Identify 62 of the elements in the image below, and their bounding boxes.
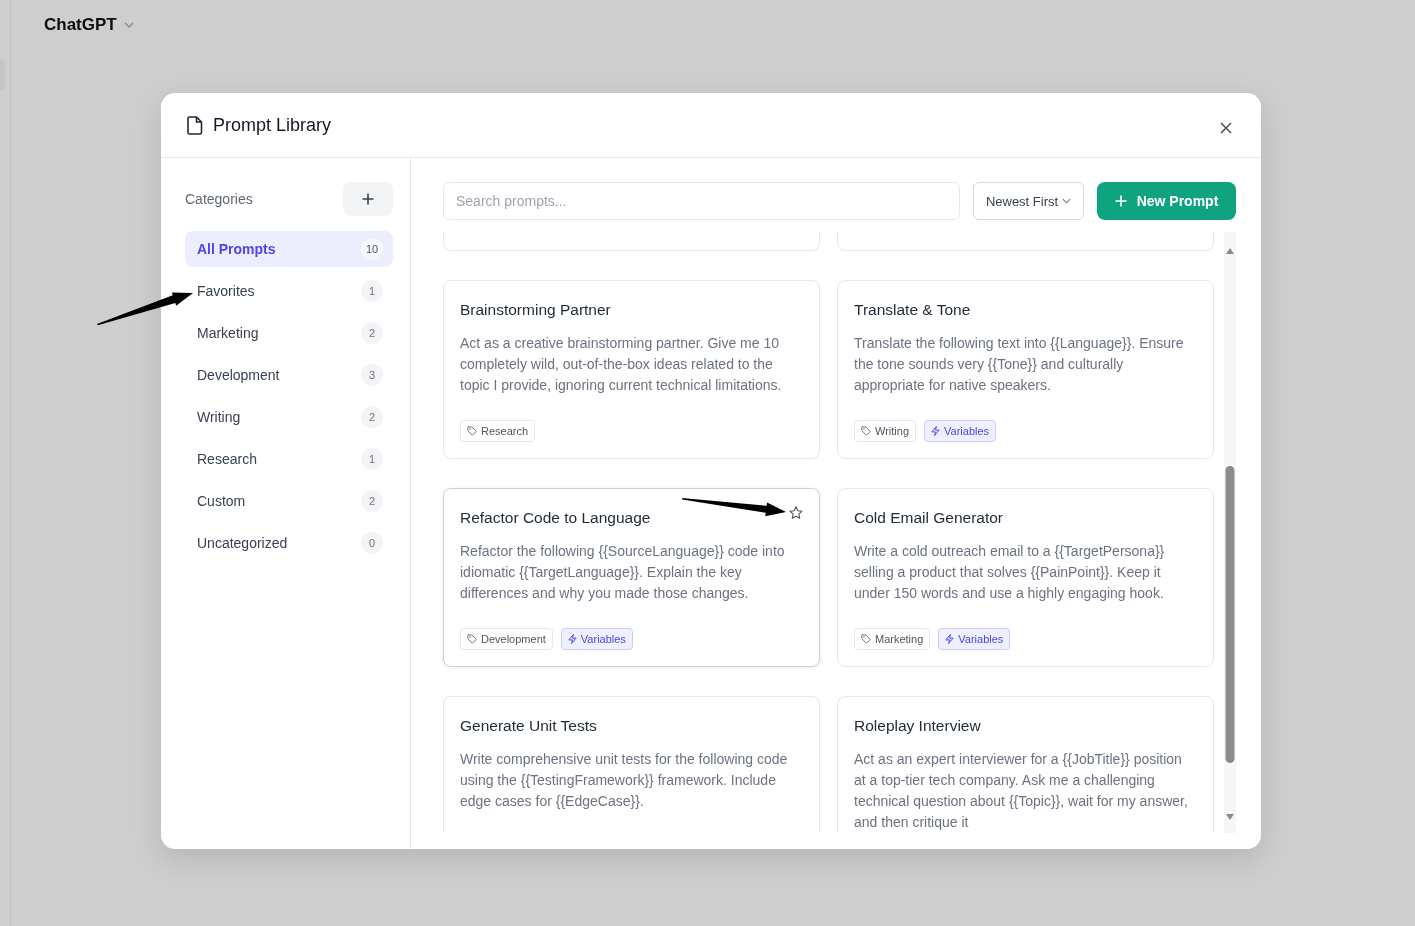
count-badge: 1 <box>361 280 383 302</box>
category-tag[interactable]: Writing <box>854 420 917 442</box>
categories-heading: Categories <box>185 191 253 207</box>
tag-icon <box>861 426 871 436</box>
category-item[interactable]: Research 1 <box>185 441 393 477</box>
prompt-card[interactable] <box>837 696 1214 833</box>
count-badge: 2 <box>361 406 383 428</box>
chevron-down-icon <box>1062 198 1072 204</box>
sort-dropdown[interactable]: Newest First <box>973 182 1084 220</box>
star-icon[interactable] <box>789 506 803 520</box>
tag-icon <box>467 426 477 436</box>
prompt-card[interactable]: Cold Email Generator Write a cold outreach email to a {{TargetPersona}} selling a product that solves {{PainPoint}}. Keep it under 150 words and use a highly engaging hook. Marketing Variables <box>837 488 1214 667</box>
tag-icon <box>861 634 871 644</box>
add-category-button[interactable] <box>343 182 393 216</box>
variables-tag[interactable]: Variables <box>560 628 633 650</box>
count-badge: 2 <box>361 490 383 512</box>
model-selector[interactable]: ChatGPT <box>44 14 134 36</box>
file-icon <box>187 116 203 135</box>
chevron-down-icon <box>123 22 134 28</box>
prompt-card[interactable]: Refactor Code to Language Refactor the following {{SourceLanguage}} code into idiomatic {{TargetLanguage}}. Explain the key differences and why you made those changes. Development Variables <box>443 488 820 667</box>
category-item[interactable]: Custom 2 <box>185 483 393 519</box>
plus-icon <box>1114 195 1127 207</box>
category-item[interactable]: All Prompts 10 <box>185 231 393 267</box>
prompt-title: Cold Email Generator <box>854 508 1004 528</box>
prompt-title: Translate & Tone <box>854 300 971 320</box>
category-item[interactable]: Uncategorized 0 <box>185 525 393 561</box>
prompt-description: Write comprehensive unit tests for the following code using the {{TestingFramework}} framework. Include edge cases for {{EdgeCase}}. <box>460 750 789 811</box>
category-item[interactable]: Development 3 <box>185 357 393 393</box>
prompt-description: Write a cold outreach email to a {{TargetPersona}} selling a product that solves {{PainPoint}}. Keep it under 150 words and use a highly engaging hook. <box>854 542 1166 603</box>
prompt-card[interactable]: Generate Unit Tests Write comprehensive unit tests for the following code using the {{TestingFramework}} framework. Include edge cases for {{EdgeCase}}. <box>443 696 820 833</box>
count-badge: 1 <box>361 448 383 470</box>
search-field[interactable]: Search prompts... <box>443 182 960 220</box>
plus-icon <box>362 193 374 205</box>
category-item[interactable]: Favorites 1 <box>185 273 393 309</box>
tag-icon <box>467 634 477 644</box>
prompt-title: Refactor Code to Language <box>460 508 651 528</box>
prompt-description: Act as an expert interviewer for a {{JobTitle}} position at a top-tier tech company. Ask me a challenging technical question about {{Topic}}, wait for my answer, and then critique it <box>854 750 1189 832</box>
lightning-icon <box>945 634 955 644</box>
category-item[interactable]: Writing 2 <box>185 399 393 435</box>
count-badge: 3 <box>361 364 383 386</box>
variables-tag[interactable]: Variables <box>924 420 997 442</box>
category-item[interactable]: Marketing 2 <box>185 315 393 351</box>
prompt-description: Translate the following text into {{Language}}. Ensure the tone sounds very {{Tone}} and culturally appropriate for native speakers. <box>854 334 1185 395</box>
prompt-title: Roleplay Interview <box>854 716 981 736</box>
dialog-title: Prompt Library <box>213 114 332 136</box>
prompt-description: Act as a creative brainstorming partner. Give me 10 completely wild, out-of-the-box ideas related to the topic I provide, ignoring current technical limitations. <box>460 334 783 395</box>
count-badge: 2 <box>361 322 383 344</box>
category-tag[interactable]: Research <box>460 420 536 442</box>
count-badge: 10 <box>361 238 383 260</box>
prompt-title: Brainstorming Partner <box>460 300 611 320</box>
prompt-card[interactable]: Brainstorming Partner Act as a creative brainstorming partner. Give me 10 completely wild, out-of-the-box ideas related to the topic I provide, ignoring current technical limitations. Research <box>443 280 820 459</box>
variables-tag[interactable]: Variables <box>938 628 1011 650</box>
category-tag[interactable]: Development <box>460 628 553 650</box>
count-badge: 0 <box>361 532 383 554</box>
close-icon <box>1220 122 1232 134</box>
lightning-icon <box>567 634 577 644</box>
lightning-icon <box>931 426 941 436</box>
prompt-card[interactable]: Translate & Tone Translate the following text into {{Language}}. Ensure the tone sounds very {{Tone}} and culturally appropriate for native speakers. Writing Variables <box>837 280 1214 459</box>
prompt-description: Refactor the following {{SourceLanguage}} code into idiomatic {{TargetLanguage}}. Explain the key differences and why you made those changes. <box>460 542 786 603</box>
category-tag[interactable]: Marketing <box>854 628 931 650</box>
prompt-title: Generate Unit Tests <box>460 716 597 736</box>
scrollbar[interactable] <box>1224 232 1236 833</box>
